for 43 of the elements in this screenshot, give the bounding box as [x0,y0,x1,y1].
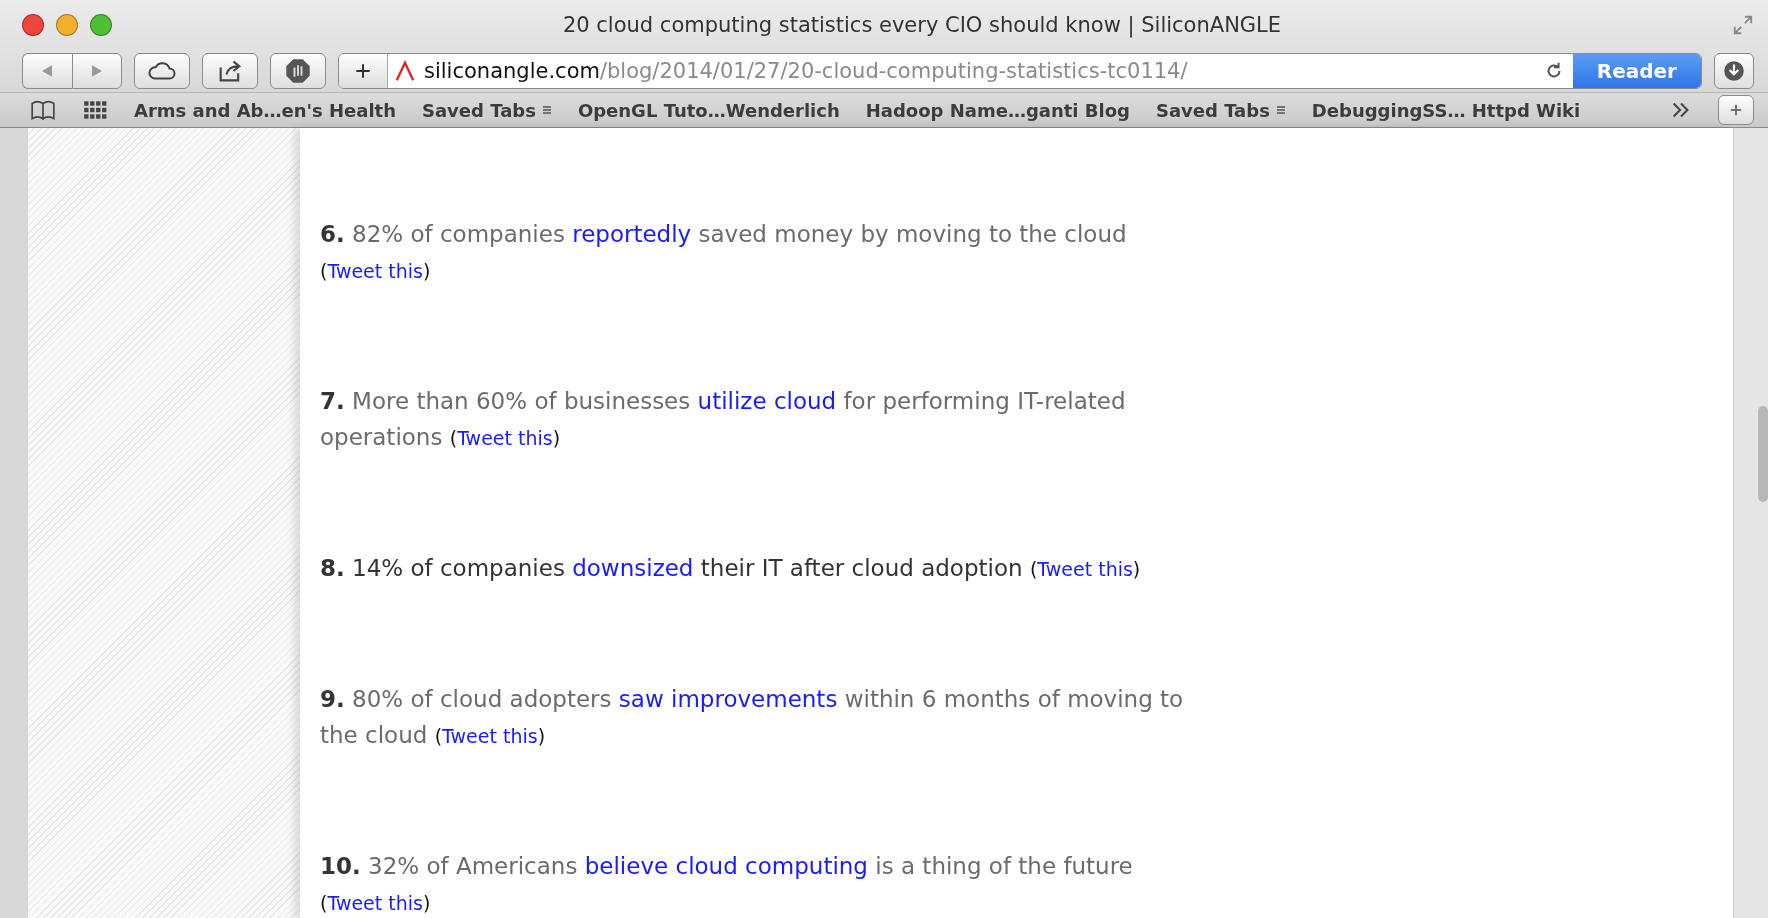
window-title: 20 cloud computing statistics every CIO should know | SiliconANGLE [561,13,1283,37]
back-button[interactable] [22,53,72,89]
link[interactable]: reportedly [572,221,692,247]
tweet-link[interactable]: Tweet this [327,260,423,282]
list-icon [541,105,552,115]
bookmark-link[interactable]: Arms and Ab…en's Health [134,99,396,121]
reader-button[interactable]: Reader [1572,54,1701,88]
list-item-text: 10. 32% of Americans believe cloud computing is a thing of the future (Tweet this) [320,852,1134,916]
share-button[interactable] [202,53,258,89]
list-item-text: 6. 82% of companies reportedly saved money by moving to the cloud (Tweet this) [320,220,1128,284]
bookmark-folder[interactable]: Saved Tabs [1155,99,1286,121]
bookmark-link[interactable]: OpenGL Tuto…Wenderlich [577,99,840,121]
tweet-link[interactable]: Tweet this [442,725,538,747]
fullscreen-icon[interactable] [1732,14,1754,36]
zoom-button[interactable] [90,14,112,36]
forward-button[interactable] [71,53,122,89]
close-button[interactable] [22,14,44,36]
link[interactable]: saw improvements [618,686,838,712]
scrollbar-thumb[interactable] [1758,406,1768,502]
add-button[interactable] [339,54,388,88]
bookmark-link[interactable]: DebuggingSS… Httpd Wiki [1311,99,1581,121]
list-item-text: 8. 14% of companies downsized their IT after cloud adoption (Tweet this) [320,554,1142,583]
tweet-link[interactable]: Tweet this [457,427,553,449]
bookmark-link[interactable]: Hadoop Name…ganti Blog [865,99,1130,121]
new-tab-button[interactable] [1718,95,1754,125]
link[interactable]: downsized [572,555,694,581]
plus-icon [353,61,373,81]
link[interactable]: utilize cloud [697,388,837,414]
cloud-button[interactable] [134,53,190,89]
list-item-text: 7. More than 60% of businesses utilize cloud for performing IT-related operations (Tweet this) [320,387,1127,452]
site-logo-icon [394,60,416,82]
right-triangle-icon [90,64,103,78]
tweet-link[interactable]: Tweet this [1037,558,1133,580]
link[interactable]: believe cloud computing [584,853,868,879]
minimize-button[interactable] [56,14,78,36]
list-icon [1275,105,1286,115]
bookmark-folder[interactable]: Saved Tabs [422,99,552,121]
left-triangle-icon [41,64,54,78]
downloads-button[interactable] [1714,53,1754,89]
url-text[interactable]: siliconangle.com/blog/2014/01/27/20-cloud-computing-statistics-tc0114/ [424,59,1188,83]
list-item-text: 9. 80% of cloud adopters saw improvements within 6 months of moving to the cloud (Tweet this) [320,685,1185,750]
tweet-link[interactable]: Tweet this [327,892,423,914]
download-icon [1721,58,1747,84]
